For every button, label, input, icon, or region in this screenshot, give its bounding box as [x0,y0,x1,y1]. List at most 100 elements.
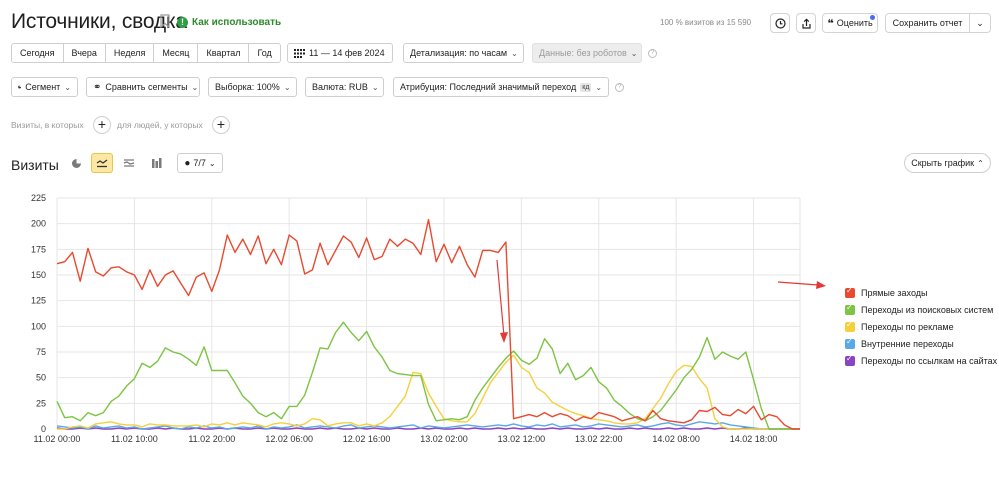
annotation-arrow-head [500,332,508,343]
legend-checkbox[interactable] [845,354,855,366]
data-filter-select: Данные: без роботов ⌄ [532,43,642,63]
legend-item-ads[interactable]: Переходы по рекламе [845,318,997,335]
pie-chart-icon [71,158,81,168]
attribution-label: Атрибуция: Последний значимый переход [400,82,577,92]
x-tick-label: 11.02 00:00 [34,434,81,444]
attribution-select[interactable]: Атрибуция: Последний значимый переход кд… [393,77,609,97]
how-to-use-link[interactable]: ! Как использовать [177,17,281,28]
y-tick-label: 50 [36,373,46,383]
legend-item-internal[interactable]: Внутренние переходы [845,335,997,352]
series-line-ads [57,354,800,430]
tab-year[interactable]: Год [249,44,280,62]
hide-chart-label: Скрыть график [911,158,975,168]
tab-quarter[interactable]: Квартал [198,44,250,62]
line-chart-view-button[interactable] [91,153,113,173]
y-tick-label: 25 [36,398,46,408]
how-to-use-label: Как использовать [192,17,282,28]
compare-segments-button[interactable]: ⚭ Сравнить сегменты ⌄ [86,77,200,97]
series-count-label: 7/7 [193,158,206,168]
bar-chart-view-button[interactable] [145,153,167,173]
line-chart-icon [96,159,108,168]
add-people-filter-button[interactable]: + [212,116,230,134]
legend-item-direct[interactable]: Прямые заходы [845,284,997,301]
series-count-select[interactable]: ● 7/7 ⌄ [177,153,223,173]
x-tick-label: 14.02 08:00 [652,434,700,444]
currency-select[interactable]: Валюта: RUB ⌄ [305,77,384,97]
x-tick-label: 13.02 02:00 [420,434,468,444]
chevron-down-icon: ⌄ [371,82,379,92]
annotation-arrow-line [777,281,819,286]
x-tick-label: 14.02 18:00 [730,434,778,444]
x-tick-label: 13.02 12:00 [498,434,546,444]
tab-week[interactable]: Неделя [105,44,155,62]
annotation-arrow-head [816,281,826,289]
sample-select[interactable]: Выборка: 100% ⌄ [208,77,297,97]
legend-checkbox[interactable] [845,337,855,349]
chevron-up-icon: ⌃ [977,158,984,168]
help-circle-icon: ! [177,17,188,28]
legend-checkbox[interactable] [845,303,855,315]
x-tick-label: 11.02 20:00 [188,434,235,444]
y-tick-label: 150 [31,270,46,280]
series-line-links [56,427,800,430]
legend-label: Прямые заходы [861,287,928,298]
chart-title: Визиты [11,157,59,173]
compare-label: Сравнить сегменты [105,82,188,92]
share-icon [801,17,811,29]
help-icon[interactable]: ? [615,83,624,92]
annotation-arrow-line [496,259,505,337]
date-range-label: 11 — 14 фев 2024 [309,48,385,58]
tab-today[interactable]: Сегодня [12,44,64,62]
legend-checkbox[interactable] [845,320,855,332]
series-line-search [56,321,800,430]
legend-label: Внутренние переходы [861,338,954,349]
x-tick-label: 12.02 06:00 [265,434,313,444]
area-chart-view-button[interactable] [118,153,140,173]
legend-item-links[interactable]: Переходы по ссылкам на сайтах [845,352,997,369]
detail-select[interactable]: Детализация: по часам ⌄ [403,43,524,63]
tab-month[interactable]: Месяц [154,44,199,62]
period-tabs: Сегодня Вчера Неделя Месяц Квартал Год [11,43,281,63]
chart-legend: Прямые заходы Переходы из поисковых сист… [845,284,997,369]
chevron-down-icon: ⌄ [208,158,216,168]
compare-icon: ⚭ [93,81,102,93]
save-report-button[interactable]: Сохранить отчет ⌄ [885,13,991,33]
currency-label: Валюта: RUB [312,82,368,92]
segment-button[interactable]: Сегмент ⌄ [11,77,78,97]
hide-chart-button[interactable]: Скрыть график ⌃ [904,153,991,173]
legend-checkbox[interactable] [845,286,855,298]
tab-yesterday[interactable]: Вчера [63,44,106,62]
visits-percent-label: 100 % визитов из 15 590 [660,18,752,27]
attribution-tag: кд [580,82,592,92]
chevron-down-icon: ⌄ [511,48,518,58]
history-button[interactable] [770,13,790,33]
pie-chart-view-button[interactable] [65,153,87,173]
bookmark-icon[interactable] [160,14,170,28]
quote-icon: ❝ [827,17,834,30]
data-filter-label: Данные: без роботов [539,48,627,58]
legend-label: Переходы по ссылкам на сайтах [861,355,998,366]
detail-label: Детализация: по часам [410,48,508,58]
y-tick-label: 175 [31,244,46,254]
chevron-down-icon[interactable]: ⌄ [970,18,990,29]
visits-filter-label: Визиты, в которых [11,120,84,130]
rate-button[interactable]: ❝ Оценить [822,13,878,33]
date-range-picker[interactable]: 11 — 14 фев 2024 [287,43,393,63]
series-line-direct [56,218,800,430]
chevron-down-icon: ⌄ [595,82,603,92]
bar-chart-icon [151,158,161,168]
add-visit-filter-button[interactable]: + [93,116,111,134]
x-tick-label: 13.02 22:00 [575,434,623,444]
legend-label: Переходы по рекламе [861,321,954,332]
x-tick-label: 11.02 10:00 [111,434,158,444]
help-icon[interactable]: ? [648,49,657,58]
y-tick-label: 225 [31,193,46,203]
segment-label: Сегмент [25,82,61,92]
y-tick-label: 100 [31,321,46,331]
export-button[interactable] [796,13,816,33]
legend-item-search[interactable]: Переходы из поисковых систем [845,301,997,318]
chevron-down-icon: ⌄ [630,48,638,58]
people-filter-label: для людей, у которых [117,120,203,130]
sample-label: Выборка: 100% [215,82,280,92]
legend-label: Переходы из поисковых систем [861,304,994,315]
